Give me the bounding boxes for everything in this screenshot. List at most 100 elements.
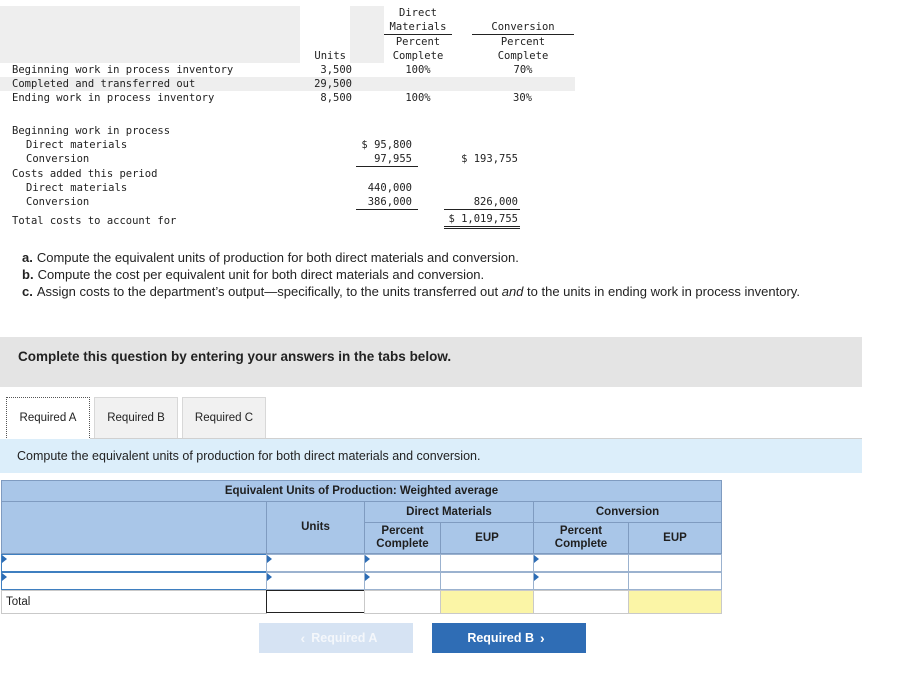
question-c-text-post: to the units in ending work in process i… [523,284,800,299]
dm-header-line2: Materials [389,21,447,33]
total-dm-eup-input[interactable] [441,591,533,613]
row-bwip-units: 3,500 [320,64,352,76]
conv-header-line3: Complete [497,50,549,62]
row-bwip-dm: 100% [405,64,431,76]
grid-dm-eup-header: EUP [440,522,534,554]
bwip-conv-value: 97,955 [374,153,412,165]
added-total-underline [444,209,520,210]
bwip-conv-label: Conversion [26,153,90,165]
total-units-cell[interactable] [266,590,365,613]
instructions-banner: Complete this question by entering your … [0,337,862,387]
eup-grid: Equivalent Units of Production: Weighted… [1,480,722,614]
row2-conv-percent-cell[interactable] [533,572,629,591]
row2-units-cell[interactable] [266,572,365,591]
row2-dm-eup-cell[interactable] [440,572,534,591]
row2-dm-percent-input[interactable] [365,575,440,591]
bwip-total-value: $ 193,755 [461,153,518,165]
row2-units-input[interactable] [267,575,364,591]
question-c-text-pre: Assign costs to the department’s output—… [36,284,502,299]
question-a: a. Compute the equivalent units of produ… [22,249,862,266]
total-conv-eup-cell[interactable] [628,590,722,614]
row2-dm-eup-input[interactable] [441,575,533,591]
question-b-text: Compute the cost per equivalent unit for… [37,267,485,282]
header-band-left [0,6,300,63]
question-c-letter: c. [22,284,33,299]
question-c-text-em: and [501,284,524,299]
added-dm-value: 440,000 [367,182,412,194]
row-ewip-dm: 100% [405,92,431,104]
row2-conv-eup-cell[interactable] [628,572,722,591]
instruction-text: Compute the equivalent units of producti… [17,449,481,463]
row1-dm-percent-input[interactable] [365,557,440,573]
row2-label-input[interactable] [2,575,266,591]
instruction-strip: Compute the equivalent units of producti… [0,439,862,473]
tab-required-a[interactable]: Required A [6,397,90,438]
question-b-letter: b. [22,267,34,282]
dropdown-marker-icon [2,573,7,581]
conv-header-line1: Conversion [491,21,555,33]
total-costs-value: $ 1,019,755 [448,213,518,225]
next-button-label: Required B [467,631,534,645]
conv-header-line2: Percent [500,36,546,48]
units-header: Units [314,50,346,62]
total-units-input[interactable] [267,591,364,612]
total-conv-percent-cell [533,590,629,614]
row1-label-input[interactable] [2,557,266,573]
row-ewip-units: 8,500 [320,92,352,104]
added-dm-label: Direct materials [26,182,128,194]
added-costs-label: Costs added this period [12,168,158,180]
row-bwip-conv: 70% [513,64,533,76]
row1-conv-eup-input[interactable] [629,557,721,573]
row2-conv-percent-input[interactable] [534,575,628,591]
row2-dm-percent-cell[interactable] [364,572,441,591]
row1-dm-eup-cell[interactable] [440,554,534,573]
row1-label-cell[interactable] [1,554,267,573]
row1-conv-eup-cell[interactable] [628,554,722,573]
row1-conv-percent-cell[interactable] [533,554,629,573]
bwip-dm-label: Direct materials [26,139,128,151]
row1-conv-percent-input[interactable] [534,557,628,573]
row1-dm-percent-cell[interactable] [364,554,441,573]
row1-units-input[interactable] [267,557,364,573]
row1-dm-eup-input[interactable] [441,557,533,573]
grid-dm-header: Direct Materials [364,501,534,523]
question-b: b. Compute the cost per equivalent unit … [22,266,862,283]
grid-title: Equivalent Units of Production: Weighted… [1,480,722,502]
row-ewip-conv: 30% [513,92,532,104]
total-double-underline-1 [444,226,520,227]
question-a-text: Compute the equivalent units of producti… [36,250,519,265]
row-completed-units: 29,500 [314,78,352,90]
input-marker-icon [267,555,272,563]
row2-conv-eup-input[interactable] [629,575,721,591]
prev-required-button[interactable]: ‹ Required A [259,623,413,653]
total-label-cell: Total [1,590,267,614]
grid-units-header: Units [266,501,365,554]
next-required-button[interactable]: Required B › [432,623,586,653]
tab-required-c[interactable]: Required C [182,397,266,438]
chevron-left-icon: ‹ [300,630,306,646]
dm-header-line1: Direct [399,7,437,19]
bwip-underline [356,166,418,167]
tab-required-b[interactable]: Required B [94,397,178,438]
total-conv-eup-input[interactable] [629,591,721,613]
added-dm-underline [356,209,418,210]
row2-label-cell[interactable] [1,572,267,591]
row-ewip-label: Ending work in process inventory [12,92,215,104]
grid-conv-percent-header: Percent Complete [533,522,629,554]
row-completed-label: Completed and transferred out [12,78,196,90]
question-list: a. Compute the equivalent units of produ… [22,249,862,300]
chevron-right-icon: › [540,630,545,646]
row1-units-cell[interactable] [266,554,365,573]
row-bwip-label: Beginning work in process inventory [12,64,234,76]
question-a-letter: a. [22,250,33,265]
total-dm-percent-cell [364,590,441,614]
grid-dm-percent-header: Percent Complete [364,522,441,554]
dm-header-line3: Percent [395,36,441,48]
added-conv-label: Conversion [26,196,90,208]
banner-text: Complete this question by entering your … [18,349,452,364]
input-marker-icon [365,555,370,563]
total-double-underline-2 [444,228,520,229]
total-dm-eup-cell[interactable] [440,590,534,614]
total-label: Total [6,596,31,608]
input-marker-icon [534,573,539,581]
